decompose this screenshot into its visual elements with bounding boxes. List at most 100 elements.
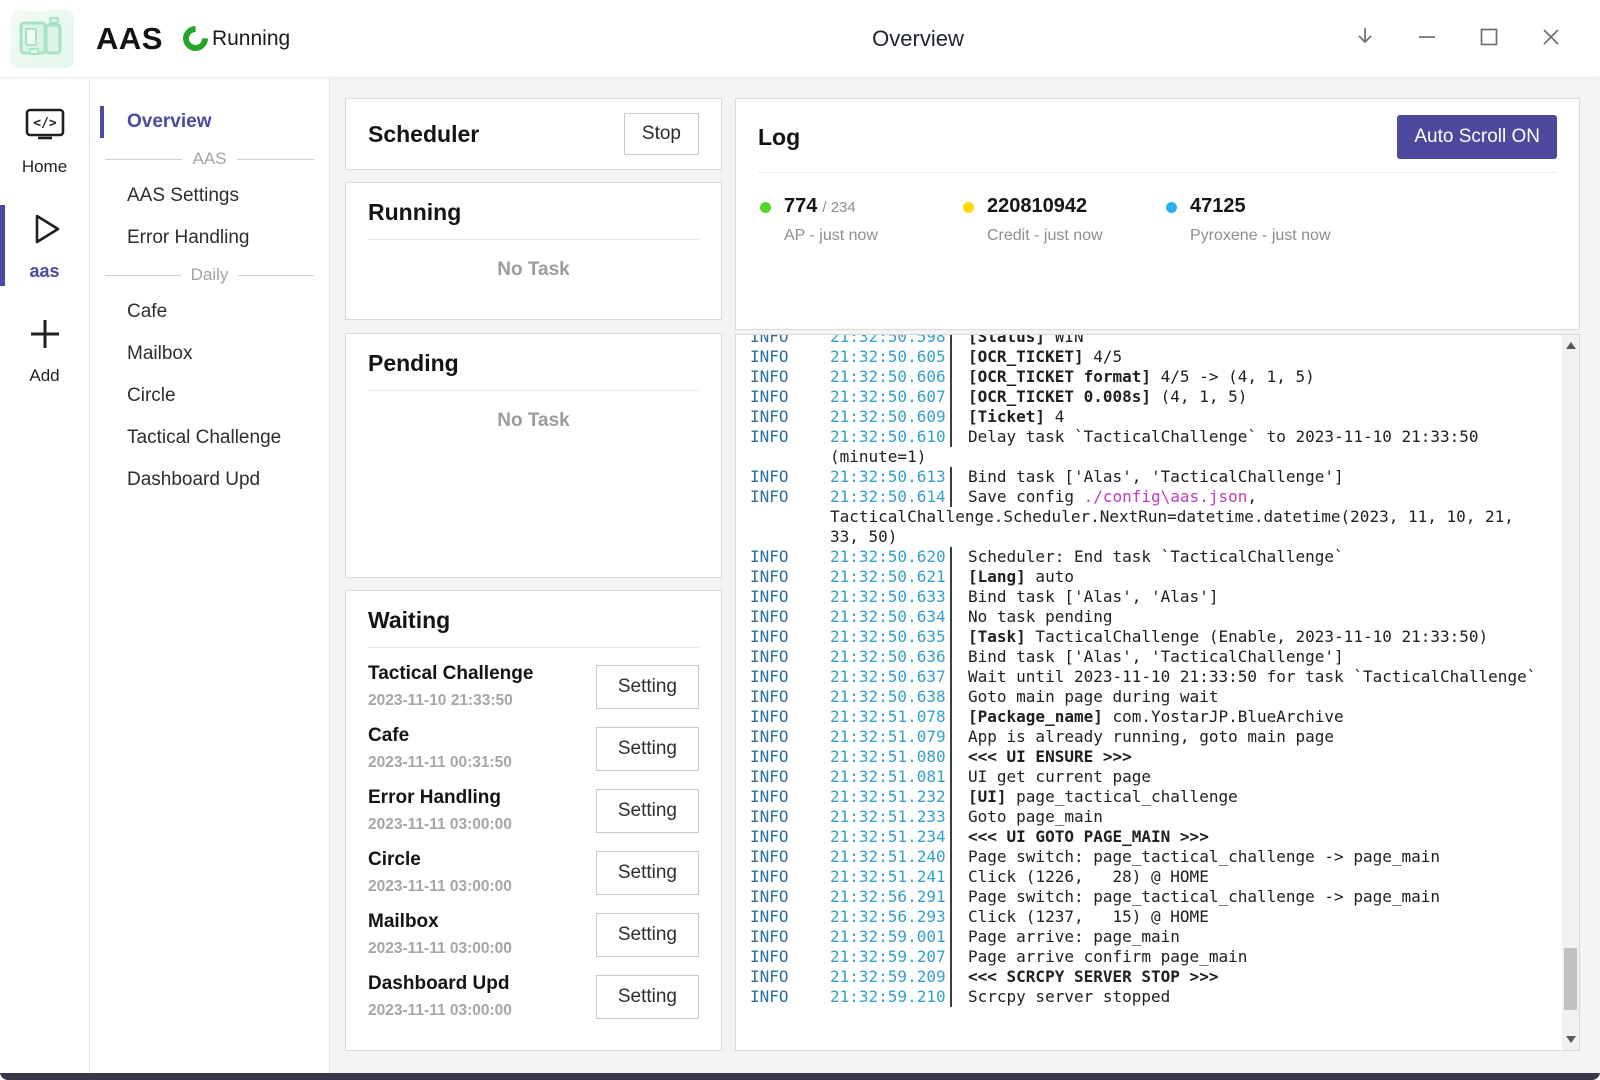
- log-separator: [950, 427, 952, 447]
- log-line: INFO21:32:59.209<<< SCRCPY SERVER STOP >…: [750, 967, 1557, 987]
- log-message: Page arrive confirm page_main: [968, 947, 1247, 967]
- setting-button-dashboard-upd[interactable]: Setting: [596, 975, 699, 1019]
- plus-icon: [25, 314, 65, 359]
- log-time: 21:32:50.635: [830, 627, 950, 647]
- maximize-button[interactable]: [1476, 26, 1502, 52]
- stat-label: Credit - just now: [987, 227, 1103, 245]
- pending-card-header: Pending: [368, 350, 699, 391]
- log-time: 21:32:51.241: [830, 867, 950, 887]
- download-button[interactable]: [1352, 26, 1378, 52]
- log-message: Goto page_main: [968, 807, 1103, 827]
- log-time: 21:32:50.607: [830, 387, 950, 407]
- setting-button-circle[interactable]: Setting: [596, 851, 699, 895]
- setting-button-tactical-challenge[interactable]: Setting: [596, 665, 699, 709]
- log-header-divider: [758, 172, 1557, 173]
- setting-button-error-handling[interactable]: Setting: [596, 789, 699, 833]
- dashboard-stats: 774/ 234AP - just now220810942Credit - j…: [758, 195, 1557, 245]
- log-separator: [950, 387, 952, 407]
- log-level: INFO: [750, 987, 830, 1007]
- code-monitor-icon: </>: [24, 107, 66, 150]
- stat-label: AP - just now: [784, 227, 878, 245]
- log-message: Scheduler: End task `TacticalChallenge`: [968, 547, 1344, 567]
- log-message: [Status] WIN: [968, 334, 1084, 347]
- rail-item-home[interactable]: </>Home: [0, 103, 89, 181]
- sidebar-item-aas-settings[interactable]: AAS Settings: [90, 175, 329, 217]
- titlebar: AAS Running Overview: [0, 0, 1600, 78]
- log-message: Click (1237, 15) @ HOME: [968, 907, 1209, 927]
- log-time: 21:32:59.209: [830, 967, 950, 987]
- log-level: INFO: [750, 787, 830, 807]
- log-message: [OCR_TICKET 0.008s] (4, 1, 5): [968, 387, 1247, 407]
- waiting-task-time: 2023-11-11 03:00:00: [368, 1002, 596, 1020]
- log-level: INFO: [750, 587, 830, 607]
- log-separator: [950, 407, 952, 427]
- minimize-button[interactable]: [1414, 26, 1440, 52]
- chevron-up-icon: [1566, 342, 1576, 349]
- log-message: <<< UI ENSURE >>>: [968, 747, 1132, 767]
- log-separator: [950, 547, 952, 567]
- waiting-task-name: Dashboard Upd: [368, 973, 596, 995]
- running-card: Running No Task: [345, 182, 722, 320]
- log-line: INFO21:32:50.607 [OCR_TICKET 0.008s] (4, …: [750, 387, 1557, 407]
- log-line: INFO21:32:50.633Bind task ['Alas', 'Alas…: [750, 587, 1557, 607]
- chevron-down-icon: [1566, 1036, 1576, 1043]
- sidebar-item-label: AAS Settings: [127, 185, 239, 207]
- log-level: INFO: [750, 567, 830, 587]
- waiting-task-name: Cafe: [368, 725, 596, 747]
- scrollbar-thumb[interactable]: [1564, 948, 1577, 1010]
- log-separator: [950, 367, 952, 387]
- scroll-down-button[interactable]: [1562, 1031, 1579, 1048]
- log-level: INFO: [750, 387, 830, 407]
- log-line: INFO21:32:51.233Goto page_main: [750, 807, 1557, 827]
- log-time: 21:32:51.078: [830, 707, 950, 727]
- setting-button-mailbox[interactable]: Setting: [596, 913, 699, 957]
- log-level: INFO: [750, 807, 830, 827]
- log-time: 21:32:56.293: [830, 907, 950, 927]
- sidebar-item-cafe[interactable]: Cafe: [90, 291, 329, 333]
- log-message: [OCR_TICKET format] 4/5 -> (4, 1, 5): [968, 367, 1315, 387]
- log-level: INFO: [750, 487, 830, 507]
- sidebar-item-dashboard-upd[interactable]: Dashboard Upd: [90, 459, 329, 501]
- log-line: INFO21:32:51.241Click (1226, 28) @ HOME: [750, 867, 1557, 887]
- active-indicator: [0, 205, 5, 286]
- close-button[interactable]: [1538, 26, 1564, 52]
- log-level: INFO: [750, 334, 830, 347]
- log-separator: [950, 967, 952, 987]
- sidebar-item-error-handling[interactable]: Error Handling: [90, 217, 329, 259]
- log-time: 21:32:56.291: [830, 887, 950, 907]
- stop-button[interactable]: Stop: [624, 113, 699, 155]
- play-icon: [25, 209, 65, 254]
- log-level: INFO: [750, 627, 830, 647]
- log-message: Page arrive: page_main: [968, 927, 1180, 947]
- sidebar-item-mailbox[interactable]: Mailbox: [90, 333, 329, 375]
- log-level: INFO: [750, 407, 830, 427]
- log-message: [Package_name] com.YostarJP.BlueArchive: [968, 707, 1344, 727]
- log-message: 33, 50): [830, 527, 897, 547]
- log-separator: [950, 987, 952, 1007]
- sidebar-item-overview[interactable]: Overview: [90, 101, 329, 143]
- log-scrollbar[interactable]: [1562, 335, 1579, 1050]
- log-level: INFO: [750, 727, 830, 747]
- log-separator: [950, 707, 952, 727]
- setting-button-cafe[interactable]: Setting: [596, 727, 699, 771]
- running-card-header: Running: [368, 199, 699, 240]
- log-line: INFO21:32:51.240Page switch: page_tactic…: [750, 847, 1557, 867]
- log-line: INFO21:32:50.635[Task] TacticalChallenge…: [750, 627, 1557, 647]
- sidebar-item-circle[interactable]: Circle: [90, 375, 329, 417]
- log-separator: [950, 487, 952, 507]
- waiting-task-time: 2023-11-11 03:00:00: [368, 878, 596, 896]
- sidebar-section-label: AAS: [192, 149, 226, 169]
- auto-scroll-button[interactable]: Auto Scroll ON: [1397, 115, 1557, 159]
- rail-item-aas[interactable]: aas: [0, 205, 89, 286]
- log-level: INFO: [750, 687, 830, 707]
- log-level: INFO: [750, 747, 830, 767]
- log-message: <<< UI GOTO PAGE_MAIN >>>: [968, 827, 1209, 847]
- log-line: INFO21:32:50.634No task pending: [750, 607, 1557, 627]
- log-message: No task pending: [968, 607, 1113, 627]
- log-time: 21:32:51.240: [830, 847, 950, 867]
- sidebar-item-tactical-challenge[interactable]: Tactical Challenge: [90, 417, 329, 459]
- rail-item-add[interactable]: Add: [0, 310, 89, 390]
- log-card: Log Auto Scroll ON 774/ 234AP - just now…: [735, 98, 1580, 330]
- scroll-up-button[interactable]: [1562, 337, 1579, 354]
- log-message: <<< SCRCPY SERVER STOP >>>: [968, 967, 1218, 987]
